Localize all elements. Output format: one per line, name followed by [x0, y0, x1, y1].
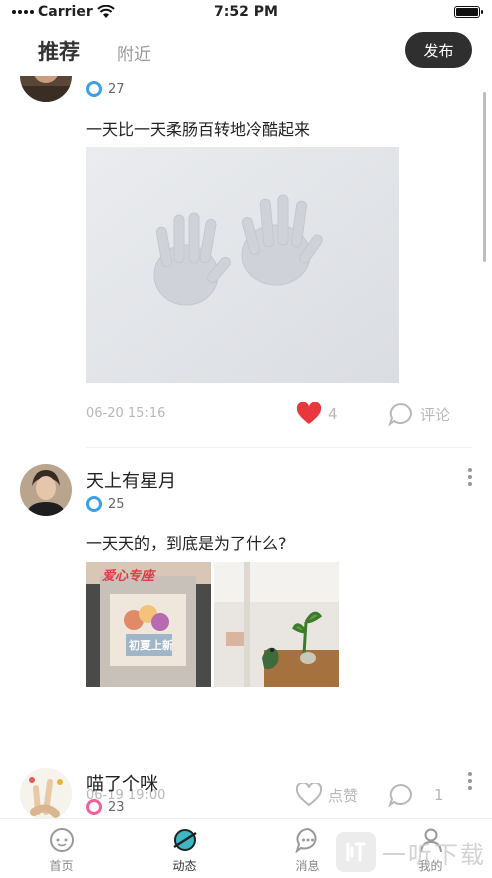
watermark-logo-icon [336, 832, 376, 872]
post-divider [86, 447, 472, 448]
user-level: 27 [86, 81, 125, 97]
post-text: 一天天的，到底是为了什么? [86, 534, 287, 553]
scrollbar[interactable] [483, 92, 486, 262]
watermark: 一听下载 [336, 832, 486, 872]
tab-label: 动态 [172, 859, 197, 873]
user-level: 23 [86, 799, 125, 815]
status-bar: Carrier 7:52 PM [0, 0, 492, 26]
comment-count: 1 [434, 786, 444, 804]
top-header: 推荐 附近 发布 [0, 26, 492, 76]
like-button[interactable]: 点赞 [296, 783, 358, 807]
avatar[interactable] [20, 76, 72, 102]
avatar[interactable] [20, 464, 72, 516]
like-button[interactable]: 4 [296, 402, 338, 426]
like-count: 4 [328, 405, 338, 423]
level-badge-icon [86, 496, 102, 512]
tab-home[interactable]: 首页 [0, 819, 123, 878]
tab-nearby[interactable]: 附近 [117, 40, 151, 65]
heart-filled-icon [296, 402, 322, 424]
avatar[interactable] [20, 768, 72, 818]
post-time: 06-20 15:16 [86, 406, 166, 421]
more-options-icon[interactable] [468, 772, 472, 790]
comment-button[interactable]: 1 [388, 783, 444, 807]
planet-icon [172, 829, 197, 851]
more-options-icon[interactable] [468, 468, 472, 486]
like-label: 点赞 [328, 786, 359, 805]
level-badge-icon [86, 799, 102, 815]
home-chat-icon [49, 828, 74, 852]
message-bubble-icon [294, 827, 317, 853]
comment-bubble-icon [388, 402, 412, 426]
tab-label: 消息 [295, 859, 320, 873]
heart-outline-icon [296, 783, 322, 807]
tab-label: 首页 [49, 859, 74, 873]
post-text: 一天比一天柔肠百转地冷酷起来 [86, 120, 311, 139]
feed-list[interactable]: 27 一天比一天柔肠百转地冷酷起来 06-20 15:16 4 评论 天上有星月… [0, 76, 492, 818]
user-level: 25 [86, 496, 125, 512]
level-value: 25 [108, 496, 125, 512]
level-badge-icon [86, 81, 102, 97]
comment-button[interactable]: 评论 [388, 402, 450, 426]
battery-icon [454, 6, 483, 18]
comment-label: 评论 [420, 405, 451, 424]
tab-recommend[interactable]: 推荐 [38, 36, 80, 66]
watermark-text: 一听下载 [382, 840, 486, 869]
username[interactable]: 喵了个咪 [86, 770, 158, 796]
post-image-subway[interactable]: 爱心专座 初夏上新 [86, 562, 211, 687]
level-value: 27 [108, 81, 125, 97]
image-poster-text: 初夏上新 [129, 639, 173, 652]
comment-bubble-icon [388, 783, 412, 807]
post-image-plant[interactable] [214, 562, 339, 687]
publish-button[interactable]: 发布 [405, 32, 472, 68]
image-sign-text: 爱心专座 [102, 569, 155, 584]
level-value: 23 [108, 799, 125, 815]
post-image[interactable] [86, 147, 399, 383]
username[interactable]: 天上有星月 [86, 467, 176, 493]
tab-moments[interactable]: 动态 [123, 819, 246, 878]
clock: 7:52 PM [214, 4, 278, 20]
